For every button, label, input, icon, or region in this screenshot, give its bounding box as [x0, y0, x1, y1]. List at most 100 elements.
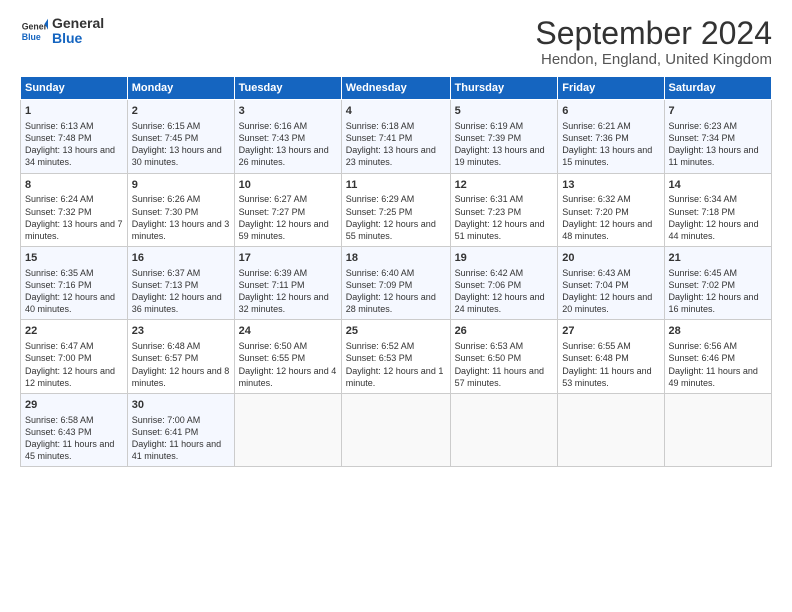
day-number: 17: [239, 251, 337, 266]
logo: General Blue General Blue: [20, 16, 104, 47]
calendar-cell: 29Sunrise: 6:58 AMSunset: 6:43 PMDayligh…: [21, 393, 128, 466]
day-header-saturday: Saturday: [664, 77, 771, 100]
day-number: 9: [132, 178, 230, 193]
sunset: Sunset: 7:39 PM: [455, 133, 522, 143]
daylight: Daylight: 12 hours and 44 minutes.: [669, 219, 759, 241]
sunset: Sunset: 7:11 PM: [239, 280, 305, 290]
sunset: Sunset: 7:25 PM: [346, 207, 413, 217]
sunrise: Sunrise: 6:48 AM: [132, 341, 201, 351]
sunset: Sunset: 7:23 PM: [455, 207, 522, 217]
calendar-cell: 26Sunrise: 6:53 AMSunset: 6:50 PMDayligh…: [450, 320, 558, 393]
daylight: Daylight: 12 hours and 32 minutes.: [239, 292, 329, 314]
day-number: 24: [239, 324, 337, 339]
daylight: Daylight: 11 hours and 57 minutes.: [455, 366, 544, 388]
daylight: Daylight: 11 hours and 49 minutes.: [669, 366, 758, 388]
sunset: Sunset: 6:43 PM: [25, 427, 92, 437]
sunrise: Sunrise: 6:34 AM: [669, 194, 738, 204]
day-number: 26: [455, 324, 554, 339]
month-title: September 2024: [535, 16, 772, 51]
day-number: 3: [239, 104, 337, 119]
daylight: Daylight: 13 hours and 3 minutes.: [132, 219, 230, 241]
sunrise: Sunrise: 6:40 AM: [346, 268, 415, 278]
day-number: 14: [669, 178, 767, 193]
day-number: 19: [455, 251, 554, 266]
sunset: Sunset: 6:57 PM: [132, 353, 199, 363]
daylight: Daylight: 13 hours and 30 minutes.: [132, 145, 222, 167]
day-number: 8: [25, 178, 123, 193]
daylight: Daylight: 12 hours and 48 minutes.: [562, 219, 652, 241]
sunrise: Sunrise: 6:27 AM: [239, 194, 308, 204]
sunrise: Sunrise: 6:24 AM: [25, 194, 94, 204]
day-number: 23: [132, 324, 230, 339]
daylight: Daylight: 13 hours and 7 minutes.: [25, 219, 123, 241]
calendar-cell: 23Sunrise: 6:48 AMSunset: 6:57 PMDayligh…: [127, 320, 234, 393]
sunset: Sunset: 6:46 PM: [669, 353, 736, 363]
calendar-cell: 9Sunrise: 6:26 AMSunset: 7:30 PMDaylight…: [127, 173, 234, 246]
sunset: Sunset: 7:13 PM: [132, 280, 199, 290]
daylight: Daylight: 13 hours and 34 minutes.: [25, 145, 115, 167]
day-number: 21: [669, 251, 767, 266]
calendar-cell: 22Sunrise: 6:47 AMSunset: 7:00 PMDayligh…: [21, 320, 128, 393]
day-header-friday: Friday: [558, 77, 664, 100]
sunset: Sunset: 7:48 PM: [25, 133, 92, 143]
day-number: 16: [132, 251, 230, 266]
sunset: Sunset: 6:48 PM: [562, 353, 629, 363]
day-number: 7: [669, 104, 767, 119]
calendar-cell: 7Sunrise: 6:23 AMSunset: 7:34 PMDaylight…: [664, 100, 771, 173]
day-number: 25: [346, 324, 446, 339]
sunset: Sunset: 6:55 PM: [239, 353, 306, 363]
day-number: 1: [25, 104, 123, 119]
day-number: 10: [239, 178, 337, 193]
day-number: 27: [562, 324, 659, 339]
daylight: Daylight: 11 hours and 45 minutes.: [25, 439, 114, 461]
day-header-sunday: Sunday: [21, 77, 128, 100]
calendar-cell: 27 Sunrise: 6:55 AM Sunset: 6:48 PM Dayligh…: [558, 320, 664, 393]
logo-general-text: General: [52, 16, 104, 31]
calendar-cell: [234, 393, 341, 466]
calendar-cell: 2Sunrise: 6:15 AMSunset: 7:45 PMDaylight…: [127, 100, 234, 173]
day-number: 5: [455, 104, 554, 119]
sunrise: Sunrise: 6:29 AM: [346, 194, 415, 204]
daylight: Daylight: 12 hours and 1 minute.: [346, 366, 444, 388]
sunrise: Sunrise: 6:47 AM: [25, 341, 94, 351]
day-header-tuesday: Tuesday: [234, 77, 341, 100]
daylight: Daylight: 12 hours and 55 minutes.: [346, 219, 436, 241]
day-number: 12: [455, 178, 554, 193]
title-block: September 2024 Hendon, England, United K…: [535, 16, 772, 68]
sunrise: Sunrise: 6:31 AM: [455, 194, 524, 204]
day-number: 22: [25, 324, 123, 339]
calendar-cell: [664, 393, 771, 466]
sunrise: Sunrise: 6:52 AM: [346, 341, 415, 351]
day-number: 6: [562, 104, 659, 119]
sunset: Sunset: 7:41 PM: [346, 133, 413, 143]
sunset: Sunset: 7:00 PM: [25, 353, 92, 363]
sunrise: Sunrise: 6:55 AM: [562, 341, 631, 351]
calendar-cell: [450, 393, 558, 466]
calendar-cell: 17Sunrise: 6:39 AMSunset: 7:11 PMDayligh…: [234, 247, 341, 320]
calendar-cell: 5Sunrise: 6:19 AMSunset: 7:39 PMDaylight…: [450, 100, 558, 173]
calendar-cell: 6Sunrise: 6:21 AMSunset: 7:36 PMDaylight…: [558, 100, 664, 173]
calendar-cell: 11Sunrise: 6:29 AMSunset: 7:25 PMDayligh…: [341, 173, 450, 246]
logo-blue-text: Blue: [52, 31, 104, 46]
daylight: Daylight: 13 hours and 26 minutes.: [239, 145, 329, 167]
calendar-cell: 8Sunrise: 6:24 AMSunset: 7:32 PMDaylight…: [21, 173, 128, 246]
calendar-table: SundayMondayTuesdayWednesdayThursdayFrid…: [20, 76, 772, 467]
calendar-cell: 18Sunrise: 6:40 AMSunset: 7:09 PMDayligh…: [341, 247, 450, 320]
calendar-cell: 1Sunrise: 6:13 AMSunset: 7:48 PMDaylight…: [21, 100, 128, 173]
calendar-cell: 15Sunrise: 6:35 AMSunset: 7:16 PMDayligh…: [21, 247, 128, 320]
calendar-cell: 16Sunrise: 6:37 AMSunset: 7:13 PMDayligh…: [127, 247, 234, 320]
sunset: Sunset: 7:43 PM: [239, 133, 306, 143]
svg-text:Blue: Blue: [22, 32, 41, 42]
daylight: Daylight: 12 hours and 16 minutes.: [669, 292, 759, 314]
sunset: Sunset: 7:09 PM: [346, 280, 413, 290]
sunset: Sunset: 7:20 PM: [562, 207, 629, 217]
daylight: Daylight: 13 hours and 23 minutes.: [346, 145, 436, 167]
sunset: Sunset: 7:36 PM: [562, 133, 629, 143]
daylight: Daylight: 11 hours and 53 minutes.: [562, 366, 651, 388]
calendar-cell: 24Sunrise: 6:50 AMSunset: 6:55 PMDayligh…: [234, 320, 341, 393]
sunset: Sunset: 7:16 PM: [25, 280, 92, 290]
daylight: Daylight: 12 hours and 4 minutes.: [239, 366, 337, 388]
sunset: Sunset: 6:41 PM: [132, 427, 199, 437]
daylight: Daylight: 12 hours and 36 minutes.: [132, 292, 222, 314]
sunrise: Sunrise: 6:19 AM: [455, 121, 524, 131]
